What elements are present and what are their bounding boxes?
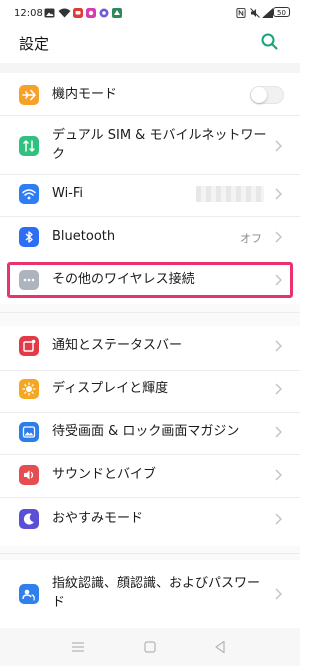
wifi-network-name-redacted: [196, 186, 264, 202]
airplane-mode-toggle[interactable]: [250, 86, 284, 104]
divider: [0, 115, 300, 116]
setting-biometrics[interactable]: 指紋認識、顔認識、およびパスワー ド: [0, 566, 300, 622]
dual-sim-label-line1: デュアル SIM & モバイルネットワー: [52, 128, 267, 143]
section-separator: [0, 63, 300, 73]
app-icon: [99, 8, 109, 18]
dual-sim-icon: [19, 136, 39, 156]
back-icon[interactable]: [214, 640, 226, 654]
notification-bar-label: 通知とステータスバー: [52, 338, 183, 353]
chevron-right-icon: [275, 231, 282, 243]
chevron-right-icon: [275, 140, 282, 152]
wallpaper-icon: [19, 422, 39, 442]
status-bar: 12:08 50: [0, 0, 300, 24]
search-icon[interactable]: [261, 33, 278, 50]
section-separator: [0, 304, 300, 326]
setting-sound[interactable]: サウンドとバイブ: [0, 455, 300, 495]
display-label: ディスプレイと輝度: [52, 381, 169, 396]
chevron-right-icon: [275, 426, 282, 438]
chevron-right-icon: [275, 383, 282, 395]
setting-dual-sim[interactable]: デュアル SIM & モバイルネットワー ク: [0, 118, 300, 174]
sound-icon: [19, 465, 39, 485]
chevron-right-icon: [275, 340, 282, 352]
page-title: 設定: [19, 35, 50, 53]
app-icon: [112, 8, 122, 18]
biometrics-label-line1: 指紋認識、顔認識、およびパスワー: [52, 576, 261, 591]
bluetooth-icon: [19, 227, 39, 247]
wifi-label: Wi-Fi: [52, 186, 84, 201]
divider: [0, 312, 300, 313]
setting-dnd[interactable]: おやすみモード: [0, 498, 300, 540]
toggle-knob: [251, 87, 267, 103]
moon-icon: [19, 509, 39, 529]
dual-sim-label-line2: ク: [52, 147, 66, 162]
setting-airplane-mode[interactable]: 機内モード: [0, 75, 300, 115]
biometrics-label-line2: ド: [52, 595, 66, 610]
fingerprint-icon: [19, 584, 39, 604]
navigation-bar: [0, 628, 300, 666]
menu-icon[interactable]: [71, 641, 85, 653]
dnd-label: おやすみモード: [52, 511, 144, 526]
chevron-right-icon: [275, 588, 282, 600]
status-time: 12:08: [14, 8, 43, 19]
divider: [0, 553, 300, 554]
wifi-icon: [58, 8, 71, 18]
brightness-icon: [19, 379, 39, 399]
battery-icon: 50: [273, 7, 290, 17]
setting-wallpaper[interactable]: 待受画面 & ロック画面マガジン: [0, 412, 300, 454]
airplane-icon: [19, 85, 39, 105]
setting-bluetooth[interactable]: Bluetooth オフ: [0, 217, 300, 257]
chevron-right-icon: [275, 513, 282, 525]
setting-notification-bar[interactable]: 通知とステータスバー: [0, 326, 300, 366]
airplane-mode-label: 機内モード: [52, 87, 118, 102]
app-icon: [86, 8, 96, 18]
sound-label: サウンドとバイブ: [52, 467, 157, 482]
setting-wifi[interactable]: Wi-Fi: [0, 172, 300, 216]
chevron-right-icon: [275, 469, 282, 481]
nfc-icon: [236, 8, 246, 18]
gallery-icon: [44, 8, 55, 18]
wifi-icon: [19, 184, 39, 204]
setting-display[interactable]: ディスプレイと輝度: [0, 368, 300, 410]
bluetooth-label: Bluetooth: [52, 229, 116, 244]
line-icon: [73, 8, 83, 18]
notification-icon: [19, 336, 39, 356]
home-icon[interactable]: [144, 641, 156, 653]
highlight-box: [7, 262, 293, 298]
chevron-right-icon: [275, 188, 282, 200]
wallpaper-label: 待受画面 & ロック画面マガジン: [52, 424, 240, 439]
bluetooth-status: オフ: [240, 232, 262, 245]
mute-icon: [250, 8, 260, 18]
